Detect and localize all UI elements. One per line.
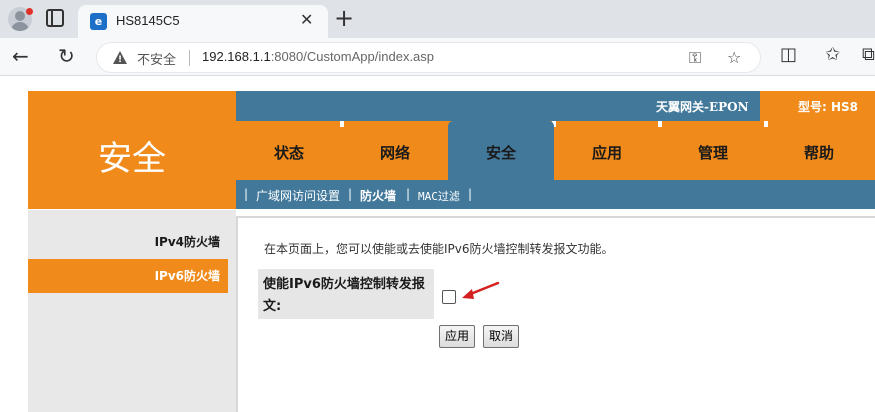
menu-tab-management[interactable]: 管理 (660, 121, 766, 180)
submenu-separator: | (406, 187, 411, 201)
submenu-firewall[interactable]: 防火墙 (360, 187, 396, 204)
tab-actions-icon[interactable] (46, 9, 64, 27)
intro-text: 在本页面上，您可以使能或去使能IPv6防火墙控制转发报文功能。 (264, 242, 614, 256)
tab-title: HS8145C5 (116, 13, 180, 28)
page-title: 安全 (98, 139, 166, 179)
sidebar-divider (28, 209, 236, 210)
warning-mark: ! (118, 55, 123, 65)
key-icon[interactable]: ⚿ (689, 48, 701, 68)
browser-tab-strip: e HS8145C5 ✕ + (0, 0, 875, 38)
sidebar-item-ipv4-firewall[interactable]: IPv4防火墙 (28, 225, 228, 259)
new-tab-icon[interactable]: + (334, 4, 354, 32)
enable-field-label-line1: 使能IPv6防火墙控制转发报 (263, 277, 425, 292)
sidebar-item-ipv6-firewall[interactable]: IPv6防火墙 (28, 259, 228, 293)
apply-button[interactable]: 应用 (439, 325, 476, 348)
security-label[interactable]: 不安全 (137, 49, 176, 68)
address-bar-row: ← ↻ ! 不安全 192.168.1.1:8080/CustomApp/ind… (0, 38, 875, 76)
url-host: 192.168.1.1 (202, 49, 271, 64)
enable-ipv6-firewall-checkbox[interactable] (442, 290, 456, 304)
url-text[interactable]: 192.168.1.1:8080/CustomApp/index.asp (202, 49, 434, 64)
enable-field-label-line2: 文: (263, 299, 282, 314)
main-menu: 状态 网络 安全 应用 管理 帮助 (236, 121, 875, 180)
submenu-separator: | (244, 187, 249, 201)
reload-icon[interactable]: ↻ (58, 44, 75, 68)
gateway-header: 天翼网关-EPON 型号: HS8 (236, 91, 875, 121)
model-label: 型号: HS8 (798, 100, 859, 114)
content-panel: 在本页面上，您可以使能或去使能IPv6防火墙控制转发报文功能。 使能IPv6防火… (236, 216, 875, 412)
collections-icon[interactable]: ⧉ (862, 44, 875, 65)
menu-tab-application[interactable]: 应用 (554, 121, 660, 180)
sub-menu: | 广域网访问设置 | 防火墙 | MAC过滤 | (236, 180, 875, 209)
brand-name: 天翼网关-EPON (656, 100, 749, 114)
url-input[interactable]: ! 不安全 192.168.1.1:8080/CustomApp/index.a… (96, 42, 761, 73)
section-title-box: 安全 (28, 91, 236, 209)
url-path: :8080/CustomApp/index.asp (270, 49, 435, 64)
split-screen-icon[interactable]: ◫ (780, 44, 797, 65)
menu-tab-help[interactable]: 帮助 (766, 121, 872, 180)
submenu-mac-filter[interactable]: MAC过滤 (418, 188, 460, 204)
menu-tab-network[interactable]: 网络 (342, 121, 448, 180)
favorite-star-icon[interactable]: ☆ (727, 48, 741, 67)
favorites-icon[interactable]: ✩ (825, 44, 840, 65)
telecom-favicon-icon: e (90, 13, 107, 30)
submenu-separator: | (348, 187, 353, 201)
cancel-button[interactable]: 取消 (483, 325, 520, 348)
submenu-separator: | (468, 187, 473, 201)
side-menu: IPv4防火墙 IPv6防火墙 (28, 209, 236, 412)
model-box: 型号: HS8 (760, 91, 875, 121)
browser-tab[interactable]: e HS8145C5 ✕ (78, 5, 328, 38)
enable-field-label: 使能IPv6防火墙控制转发报 文: (258, 269, 434, 319)
notification-dot-icon (26, 8, 33, 15)
close-tab-icon[interactable]: ✕ (300, 10, 313, 29)
url-divider (189, 50, 190, 66)
menu-tab-security[interactable]: 安全 (448, 121, 554, 180)
menu-tab-status[interactable]: 状态 (236, 121, 342, 180)
back-icon[interactable]: ← (12, 44, 29, 68)
avatar-head (15, 11, 25, 21)
submenu-wan-access[interactable]: 广域网访问设置 (256, 187, 340, 204)
red-arrow-icon (462, 281, 500, 299)
avatar-body (11, 22, 29, 31)
